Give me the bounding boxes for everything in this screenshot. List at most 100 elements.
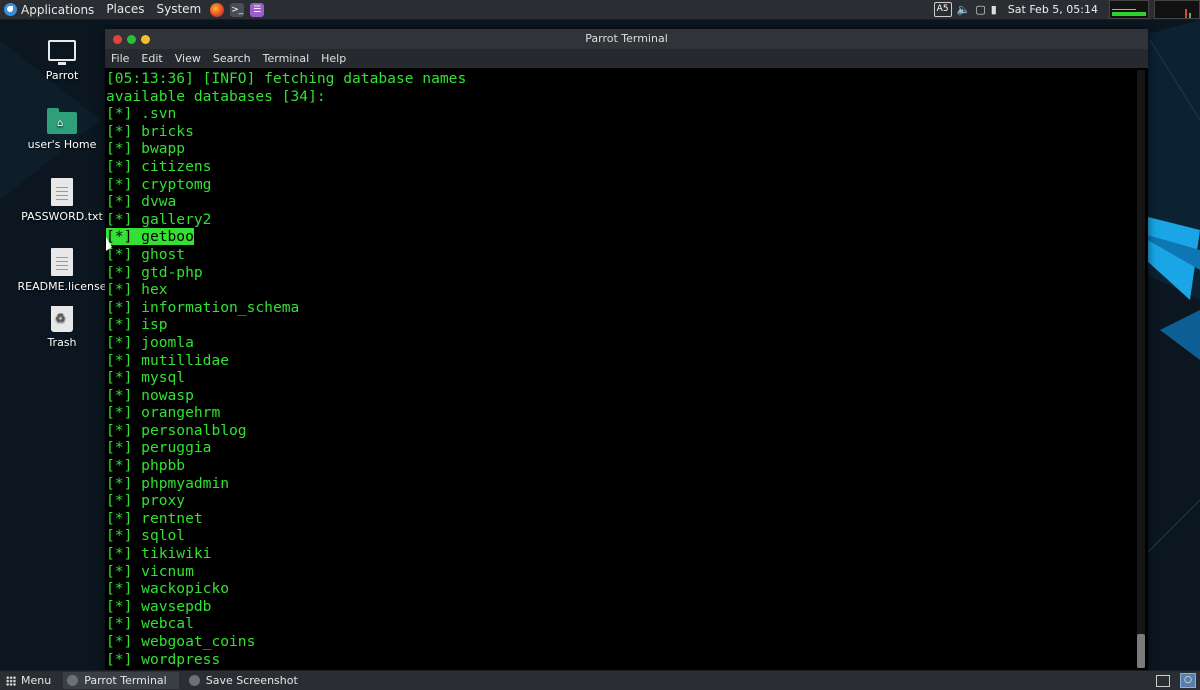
applications-menu-label: Applications [21, 2, 95, 17]
home-folder-icon: ⌂ [47, 108, 77, 134]
database-entry-prefix: [*] [106, 386, 142, 404]
clock[interactable]: Sat Feb 5, 05:14 [1002, 3, 1104, 16]
database-entry-prefix: [*] [106, 369, 142, 387]
database-entry-text: tikiwiki [141, 545, 212, 563]
network-spike [1189, 13, 1191, 18]
system-menu[interactable]: System [150, 0, 207, 19]
terminal-window: Parrot Terminal File Edit View Search Te… [105, 29, 1148, 670]
database-entry-text: mutillidae [141, 351, 230, 369]
desktop-icon-trash[interactable]: ♻ Trash [14, 306, 110, 349]
database-entry-text: information_schema [141, 298, 300, 316]
database-entry-text: nowasp [141, 386, 194, 404]
database-entry-prefix: [*] [106, 175, 142, 193]
database-entry-prefix: [*] [106, 122, 142, 140]
terminal-launcher-icon[interactable]: >_ [230, 2, 245, 17]
maximize-button[interactable] [141, 34, 150, 44]
database-entry: [*] dvwa [106, 193, 1135, 211]
database-entry-prefix: [*] [106, 492, 142, 510]
notification-icon[interactable]: ▢ [975, 3, 985, 16]
terminal-scrollbar[interactable] [1137, 70, 1145, 668]
database-entry: [*] hex [106, 281, 1135, 299]
workspace-switcher-icon[interactable]: ○ [1180, 673, 1196, 688]
desktop-icon-password-file[interactable]: PASSWORD.txt [14, 178, 110, 223]
memory-graph-line [1112, 9, 1136, 10]
database-entry: [*] information_schema [106, 299, 1135, 317]
database-entry-text: rentnet [141, 509, 203, 527]
database-entry: [*] phpbb [106, 457, 1135, 475]
terminal-title-bar[interactable]: Parrot Terminal [105, 29, 1148, 49]
database-entry: [*] vicnum [106, 563, 1135, 581]
database-entry-prefix: [*] [106, 157, 142, 175]
applications-menu[interactable]: Applications [0, 0, 100, 19]
database-entry-prefix: [*] [106, 105, 142, 123]
taskbar-right: ○ [1156, 673, 1200, 688]
desktop-icon-home[interactable]: ⌂ user's Home [14, 108, 110, 151]
database-entry-prefix: [*] [106, 527, 142, 545]
database-entry-text: isp [141, 316, 168, 334]
database-entry-prefix: [*] [106, 193, 142, 211]
scrollbar-thumb[interactable] [1137, 634, 1145, 668]
database-entry: [*] mysql [106, 369, 1135, 387]
database-entry-text: personalblog [141, 421, 247, 439]
desktop-icon-label: Parrot [45, 69, 79, 82]
database-entry: [*] wavsepdb [106, 598, 1135, 616]
menu-view[interactable]: View [169, 49, 207, 68]
database-entry: [*] wordpress [106, 651, 1135, 669]
keyboard-layout-indicator[interactable]: A5 [933, 2, 952, 17]
volume-icon[interactable]: 🔈 [957, 3, 971, 16]
monitor-icon [48, 40, 76, 65]
terminal-output[interactable]: [05:13:36] [INFO] fetching database name… [105, 68, 1135, 670]
show-desktop-icon[interactable] [1156, 674, 1170, 687]
menu-terminal[interactable]: Terminal [257, 49, 316, 68]
database-entry-text: .svn [141, 105, 177, 123]
database-entry: [*] ghost [106, 246, 1135, 264]
menu-edit[interactable]: Edit [135, 49, 168, 68]
database-entry: [*] orangehrm [106, 404, 1135, 422]
database-entry-text: citizens [141, 157, 212, 175]
trash-icon: ♻ [51, 306, 73, 332]
database-entry: [*] bricks [106, 123, 1135, 141]
system-tray: A5 🔈 ▢ ▮ Sat Feb 5, 05:14 [933, 0, 1200, 19]
desktop-icon-readme-file[interactable]: README.license [14, 248, 110, 293]
database-entry: [*] proxy [106, 492, 1135, 510]
database-entry-prefix: [*] [106, 421, 142, 439]
database-entry-text: peruggia [141, 439, 212, 457]
battery-icon[interactable]: ▮ [991, 3, 997, 16]
firefox-icon[interactable] [210, 2, 225, 17]
database-entry-text: ghost [141, 245, 186, 263]
task-label: Save Screenshot [205, 674, 298, 687]
database-entry-prefix: [*] [106, 457, 142, 475]
database-entry: [*] gtd-php [106, 264, 1135, 282]
menu-file[interactable]: File [105, 49, 135, 68]
database-entry: [*] webcal [106, 615, 1135, 633]
close-button[interactable] [113, 34, 122, 44]
database-entry-text: dvwa [141, 193, 177, 211]
database-entry: [*] mutillidae [106, 352, 1135, 370]
database-entry-text: sqlol [141, 527, 186, 545]
grid-icon [6, 675, 16, 686]
screenshot-task-icon [188, 675, 200, 686]
desktop-icon-label: Trash [47, 336, 77, 349]
task-save-screenshot[interactable]: Save Screenshot [185, 672, 310, 689]
database-entry-text: mysql [141, 369, 186, 387]
text-file-icon [51, 248, 73, 276]
terminal-menu-bar: File Edit View Search Terminal Help [105, 49, 1148, 68]
menu-help[interactable]: Help [315, 49, 352, 68]
database-entry-prefix: [*] [106, 333, 142, 351]
minimize-button[interactable] [127, 34, 136, 44]
database-entry-text: webgoat_coins [141, 633, 256, 650]
database-entry-prefix: [*] [106, 140, 142, 158]
text-editor-icon[interactable]: ☰ [250, 2, 265, 17]
database-entry-prefix: [*] [106, 562, 142, 580]
window-title: Parrot Terminal [585, 32, 668, 45]
task-parrot-terminal[interactable]: Parrot Terminal [63, 672, 179, 689]
start-menu-button[interactable]: Menu [0, 671, 57, 690]
database-entry: [*] gallery2 [106, 211, 1135, 229]
database-entry: [*] tikiwiki [106, 545, 1135, 563]
places-menu[interactable]: Places [100, 0, 150, 19]
database-entry-prefix: [*] [106, 650, 142, 668]
menu-search[interactable]: Search [207, 49, 257, 68]
desktop-icon-parrot[interactable]: Parrot [14, 40, 110, 82]
network-monitor-graph [1154, 0, 1200, 19]
database-entry-text: gtd-php [141, 263, 203, 281]
